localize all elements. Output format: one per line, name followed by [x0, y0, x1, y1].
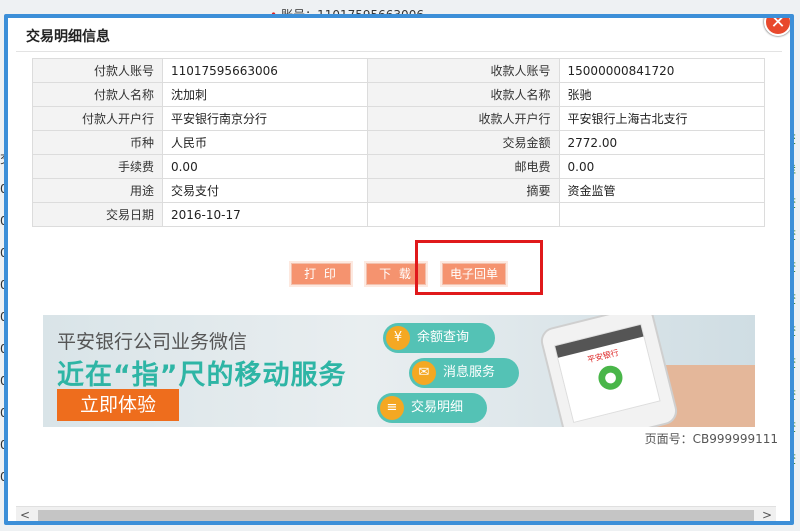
transaction-date-label: 交易日期	[32, 202, 163, 227]
postage-label: 邮电费	[367, 154, 560, 179]
payee-bank-label: 收款人开户行	[367, 106, 560, 131]
money-bag-icon: ¥	[386, 326, 410, 350]
table-row: 手续费 0.00 邮电费 0.00	[32, 154, 766, 179]
payee-name-label: 收款人名称	[367, 82, 560, 107]
amount-label: 交易金额	[367, 130, 560, 155]
transaction-date-value: 2016-10-17	[161, 202, 369, 227]
modal-body: 交易明细信息 付款人账号 11017595663006 收款人账号 150000…	[8, 18, 790, 521]
payer-name-value: 沈加刺	[161, 82, 369, 107]
title-divider	[16, 51, 782, 52]
scroll-right-arrow-icon[interactable]: >	[758, 507, 776, 521]
table-row: 交易日期 2016-10-17	[32, 202, 766, 227]
try-now-button[interactable]: 立即体验	[57, 389, 179, 421]
fee-label: 手续费	[32, 154, 163, 179]
payee-account-value: 15000000841720	[558, 58, 766, 83]
empty-cell	[559, 202, 766, 227]
page-code: 页面号：CB999999111	[644, 432, 778, 446]
summary-label: 摘要	[367, 178, 560, 203]
amount-value: 2772.00	[558, 130, 766, 155]
message-icon: ✉	[412, 361, 436, 385]
payer-account-label: 付款人账号	[32, 58, 163, 83]
table-row: 付款人账号 11017595663006 收款人账号 1500000084172…	[32, 58, 766, 83]
close-icon[interactable]: ✕	[764, 18, 790, 36]
currency-value: 人民币	[161, 130, 369, 155]
print-button[interactable]: 打 印	[291, 263, 351, 285]
wechat-promo-banner[interactable]: 平安银行公司业务微信 近在“指”尺的移动服务 立即体验 ¥ 余额查询 ✉ 消息服…	[43, 315, 755, 427]
horizontal-scrollbar[interactable]: < >	[16, 506, 776, 521]
payee-name-value: 张驰	[558, 82, 766, 107]
payer-bank-value: 平安银行南京分行	[161, 106, 369, 131]
summary-value: 资金监管	[558, 178, 766, 203]
postage-value: 0.00	[558, 154, 766, 179]
table-row: 付款人开户行 平安银行南京分行 收款人开户行 平安银行上海古北支行	[32, 106, 766, 131]
payer-account-value: 11017595663006	[161, 58, 369, 83]
transaction-detail-modal: 交易明细信息 付款人账号 11017595663006 收款人账号 150000…	[4, 14, 794, 525]
transaction-detail-table: 付款人账号 11017595663006 收款人账号 1500000084172…	[32, 58, 766, 227]
scroll-left-arrow-icon[interactable]: <	[16, 507, 34, 521]
payee-bank-value: 平安银行上海古北支行	[558, 106, 766, 131]
table-row: 付款人名称 沈加刺 收款人名称 张驰	[32, 82, 766, 107]
feature-balance-query: ¥ 余额查询	[383, 323, 495, 353]
currency-label: 币种	[32, 130, 163, 155]
fee-value: 0.00	[161, 154, 369, 179]
feature-transaction-detail: ≡ 交易明细	[377, 393, 487, 423]
purpose-value: 交易支付	[161, 178, 369, 203]
table-row: 用途 交易支付 摘要 资金监管	[32, 178, 766, 203]
modal-title: 交易明细信息	[26, 29, 110, 45]
wechat-icon: ●	[595, 363, 626, 393]
phone-illustration: 平安银行 ●	[537, 315, 681, 427]
banner-title: 平安银行公司业务微信	[57, 331, 248, 353]
highlight-annotation	[415, 240, 543, 295]
payer-bank-label: 付款人开户行	[32, 106, 163, 131]
table-row: 币种 人民币 交易金额 2772.00	[32, 130, 766, 155]
phone-screen: 平安银行 ●	[553, 323, 661, 424]
payer-name-label: 付款人名称	[32, 82, 163, 107]
scrollbar-thumb[interactable]	[38, 510, 754, 521]
purpose-label: 用途	[32, 178, 163, 203]
banner-slogan: 近在“指”尺的移动服务	[57, 360, 347, 391]
list-icon: ≡	[380, 396, 404, 420]
empty-cell	[367, 202, 560, 227]
feature-message-service: ✉ 消息服务	[409, 358, 519, 388]
payee-account-label: 收款人账号	[367, 58, 560, 83]
